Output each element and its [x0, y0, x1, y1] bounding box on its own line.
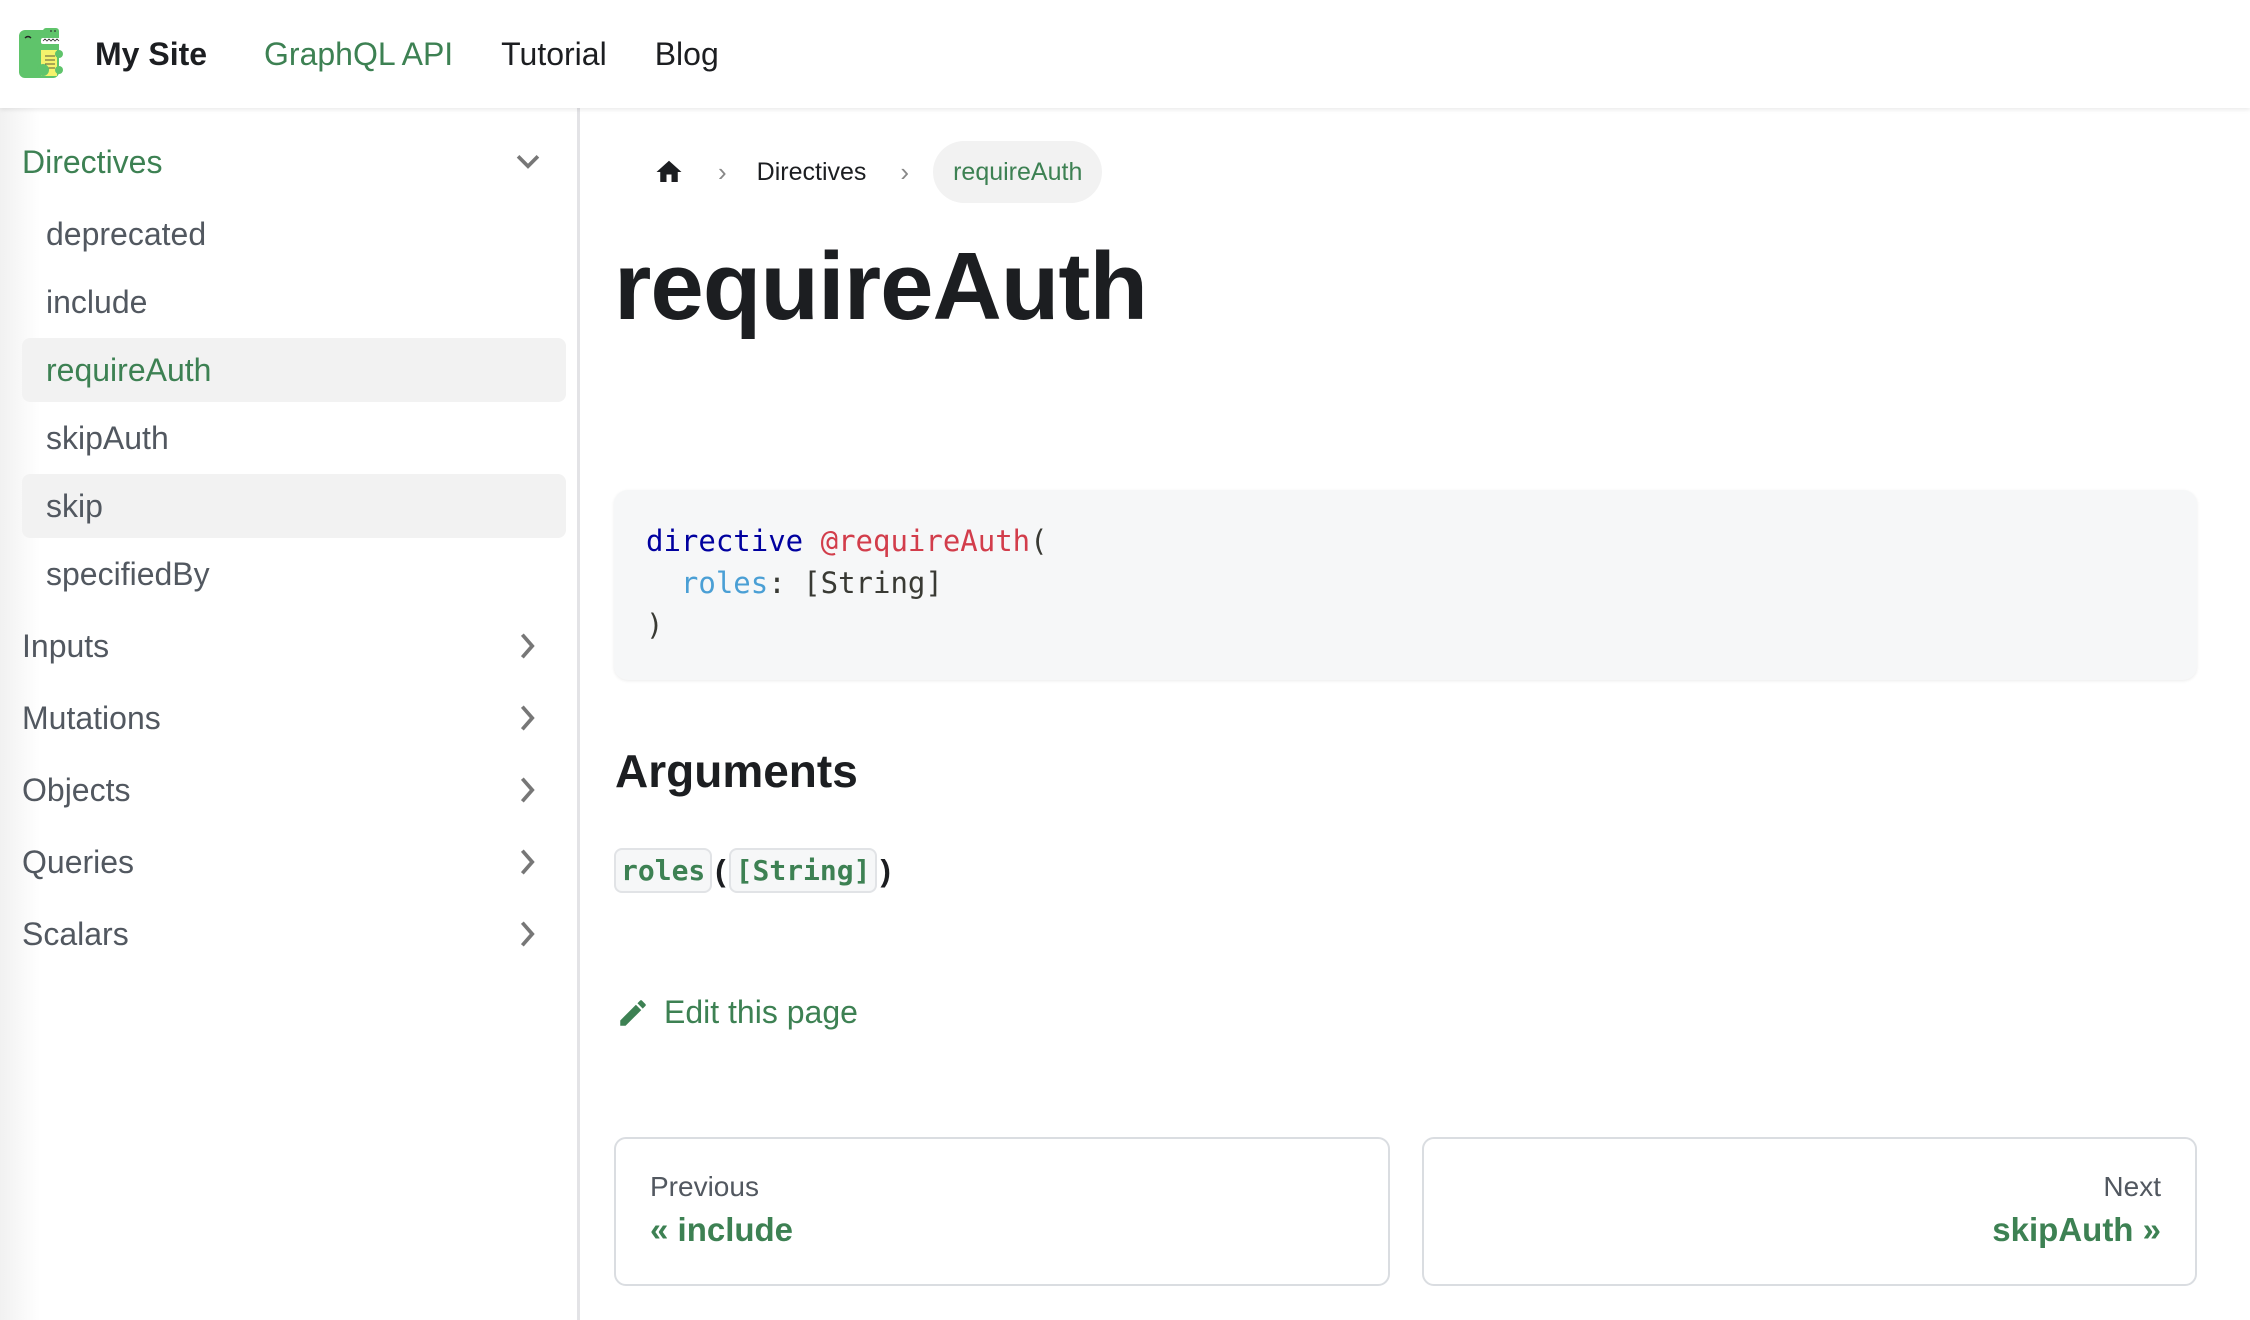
code-open-paren: ( — [1030, 524, 1048, 558]
sidebar-item-skipauth[interactable]: skipAuth — [22, 406, 566, 470]
nav-link-blog[interactable]: Blog — [655, 36, 719, 73]
argument-name: roles — [614, 848, 713, 893]
chevron-down-icon[interactable] — [511, 145, 545, 179]
chevron-right-icon[interactable] — [511, 773, 545, 807]
sidebar-item-specifiedby[interactable]: specifiedBy — [22, 542, 566, 606]
code-arg-type: [String] — [803, 566, 943, 600]
breadcrumb-separator: › — [900, 156, 910, 187]
code-directive-name: @requireAuth — [820, 524, 1031, 558]
sidebar-category-label: Mutations — [22, 699, 161, 736]
pagination: Previous « include Next skipAuth » — [614, 1137, 2197, 1286]
previous-page-link[interactable]: Previous « include — [614, 1137, 1390, 1286]
sidebar-category-inputs[interactable]: Inputs — [22, 610, 565, 682]
sidebar-category-label: Scalars — [22, 915, 129, 952]
argument-item: roles ( [String] ) — [614, 848, 894, 893]
breadcrumb-separator: › — [718, 156, 727, 187]
sidebar-item-requireauth[interactable]: requireAuth — [22, 338, 566, 402]
brand-link[interactable]: My Site — [15, 26, 207, 82]
sidebar-category-queries[interactable]: Queries — [22, 826, 565, 898]
sidebar: Directives deprecated include requireAut… — [0, 108, 580, 1320]
dinosaur-logo-icon — [19, 28, 63, 78]
edit-this-page-link[interactable]: Edit this page — [616, 994, 858, 1031]
chevron-right-icon[interactable] — [511, 629, 545, 663]
argument-close-paren: ) — [880, 852, 891, 888]
code-close-paren: ) — [646, 608, 664, 642]
sidebar-menu: Directives deprecated include requireAut… — [0, 108, 577, 970]
next-page-link[interactable]: Next skipAuth » — [1421, 1137, 2197, 1286]
breadcrumb: › Directives › requireAuth — [634, 141, 1103, 203]
sidebar-item-skip[interactable]: skip — [22, 474, 566, 538]
previous-label: « include — [650, 1211, 794, 1248]
chevron-right-icon[interactable] — [511, 701, 545, 735]
nav-link-graphql-api[interactable]: GraphQL API — [264, 36, 453, 73]
code-arg-name: roles — [680, 566, 769, 600]
breadcrumb-current: requireAuth — [933, 141, 1103, 203]
previous-sublabel: Previous — [650, 1171, 759, 1202]
pencil-icon — [620, 999, 646, 1026]
argument-open-paren: ( — [715, 852, 726, 888]
next-sublabel: Next — [2103, 1171, 2161, 1202]
edit-this-page-label: Edit this page — [664, 994, 858, 1030]
sidebar-category-label: Queries — [22, 843, 135, 880]
chevron-right-icon[interactable] — [511, 845, 545, 879]
code-arg-sep: : — [768, 566, 804, 600]
sidebar-subitems: deprecated include requireAuth skipAuth … — [22, 202, 566, 606]
chevron-right-icon[interactable] — [511, 917, 545, 951]
sidebar-category-directives: Directives deprecated include requireAut… — [22, 126, 566, 606]
sidebar-item-deprecated[interactable]: deprecated — [22, 202, 566, 266]
brand-title: My Site — [95, 35, 208, 72]
main-content: › Directives › requireAuth requireAuth U… — [583, 108, 2250, 1320]
code-keyword: directive — [646, 524, 804, 558]
page-title: requireAuth — [614, 233, 1148, 340]
sidebar-category-label: Directives — [22, 143, 163, 180]
nav-link-tutorial[interactable]: Tutorial — [501, 36, 607, 73]
next-label: skipAuth » — [1992, 1211, 2161, 1248]
sidebar-category-scalars[interactable]: Scalars — [22, 898, 565, 970]
code-block: directive @requireAuth( roles: [String] … — [614, 490, 2197, 680]
arguments-heading: Arguments — [615, 745, 858, 797]
sidebar-category-mutations[interactable]: Mutations — [22, 682, 565, 754]
navbar: My Site GraphQL API Tutorial Blog — [0, 0, 2250, 108]
sidebar-category-directives-toggle[interactable]: Directives — [22, 126, 565, 198]
home-icon[interactable] — [654, 157, 684, 187]
sidebar-category-label: Inputs — [22, 627, 110, 664]
sidebar-category-objects[interactable]: Objects — [22, 754, 565, 826]
sidebar-item-include[interactable]: include — [22, 270, 566, 334]
breadcrumb-directives[interactable]: Directives — [757, 158, 867, 187]
sidebar-category-label: Objects — [22, 771, 131, 808]
argument-type[interactable]: [String] — [728, 848, 878, 893]
